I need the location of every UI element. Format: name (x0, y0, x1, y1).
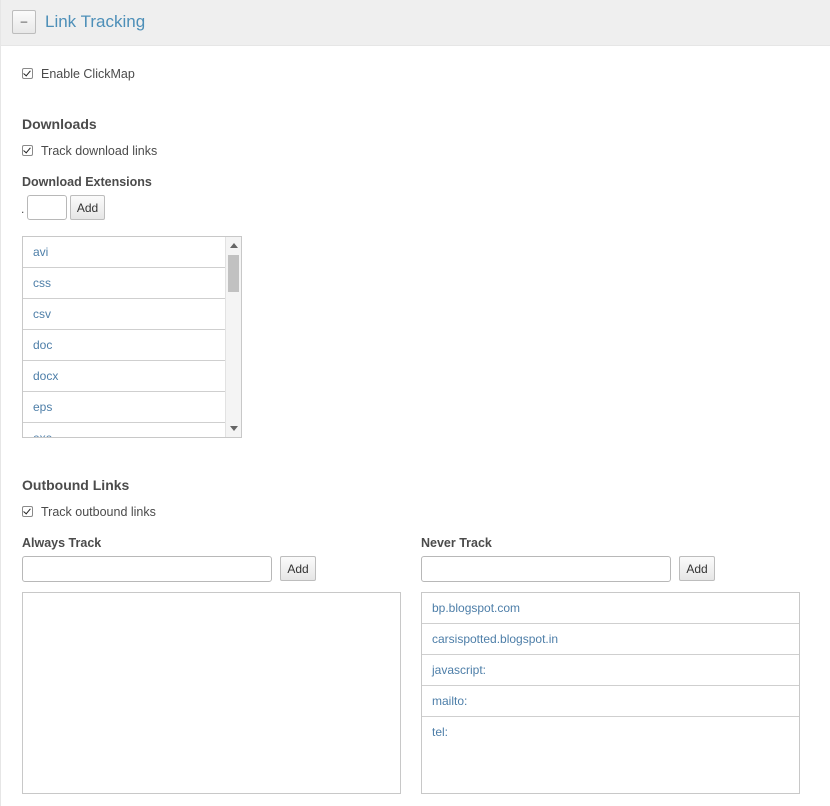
list-item[interactable]: carsispotted.blogspot.in (422, 624, 799, 655)
never-track-list-items: bp.blogspot.com carsispotted.blogspot.in j… (422, 593, 799, 748)
list-item[interactable]: eps (23, 392, 241, 423)
enable-clickmap-row[interactable]: Enable ClickMap (22, 66, 135, 82)
outbound-links-heading: Outbound Links (22, 477, 130, 493)
track-downloads-row[interactable]: Track download links (22, 143, 157, 159)
track-outbound-checkbox[interactable] (22, 505, 33, 517)
list-item[interactable]: exe (23, 423, 241, 437)
never-track-input[interactable] (421, 556, 671, 582)
never-track-list[interactable]: bp.blogspot.com carsispotted.blogspot.in j… (421, 592, 800, 794)
list-item[interactable]: tel: (422, 717, 799, 748)
link-tracking-panel: – Link Tracking Enable ClickMap Download… (0, 0, 830, 806)
never-track-add-button[interactable]: Add (679, 556, 715, 581)
extensions-scrollbar[interactable] (225, 237, 241, 437)
enable-clickmap-label: Enable ClickMap (41, 67, 135, 81)
downloads-heading: Downloads (22, 116, 97, 132)
download-extensions-label: Download Extensions (22, 175, 152, 189)
extension-dot-prefix: . (21, 202, 25, 216)
scroll-down-icon[interactable] (230, 426, 238, 431)
extension-input[interactable] (27, 195, 67, 220)
always-track-list[interactable] (22, 592, 401, 794)
list-item[interactable]: docx (23, 361, 241, 392)
list-item[interactable]: javascript: (422, 655, 799, 686)
section-header: – Link Tracking (1, 0, 830, 46)
add-extension-button[interactable]: Add (70, 195, 105, 220)
enable-clickmap-checkbox[interactable] (22, 67, 33, 79)
track-outbound-label: Track outbound links (41, 505, 156, 519)
list-item[interactable]: csv (23, 299, 241, 330)
scroll-thumb[interactable] (228, 255, 239, 292)
track-downloads-label: Track download links (41, 144, 158, 158)
list-item[interactable]: avi (23, 237, 241, 268)
track-outbound-row[interactable]: Track outbound links (22, 504, 156, 520)
scroll-up-icon[interactable] (230, 243, 238, 248)
extensions-list[interactable]: avi css csv doc docx eps exe (22, 236, 242, 438)
list-item[interactable]: css (23, 268, 241, 299)
list-item[interactable]: doc (23, 330, 241, 361)
extensions-list-items: avi css csv doc docx eps exe (23, 237, 241, 437)
collapse-button[interactable]: – (12, 10, 36, 34)
never-track-label: Never Track (421, 536, 492, 550)
list-item[interactable]: mailto: (422, 686, 799, 717)
always-track-add-button[interactable]: Add (280, 556, 316, 581)
list-item[interactable]: bp.blogspot.com (422, 593, 799, 624)
always-track-label: Always Track (22, 536, 102, 550)
track-downloads-checkbox[interactable] (22, 144, 33, 156)
always-track-input[interactable] (22, 556, 272, 582)
section-title: Link Tracking (45, 12, 146, 31)
